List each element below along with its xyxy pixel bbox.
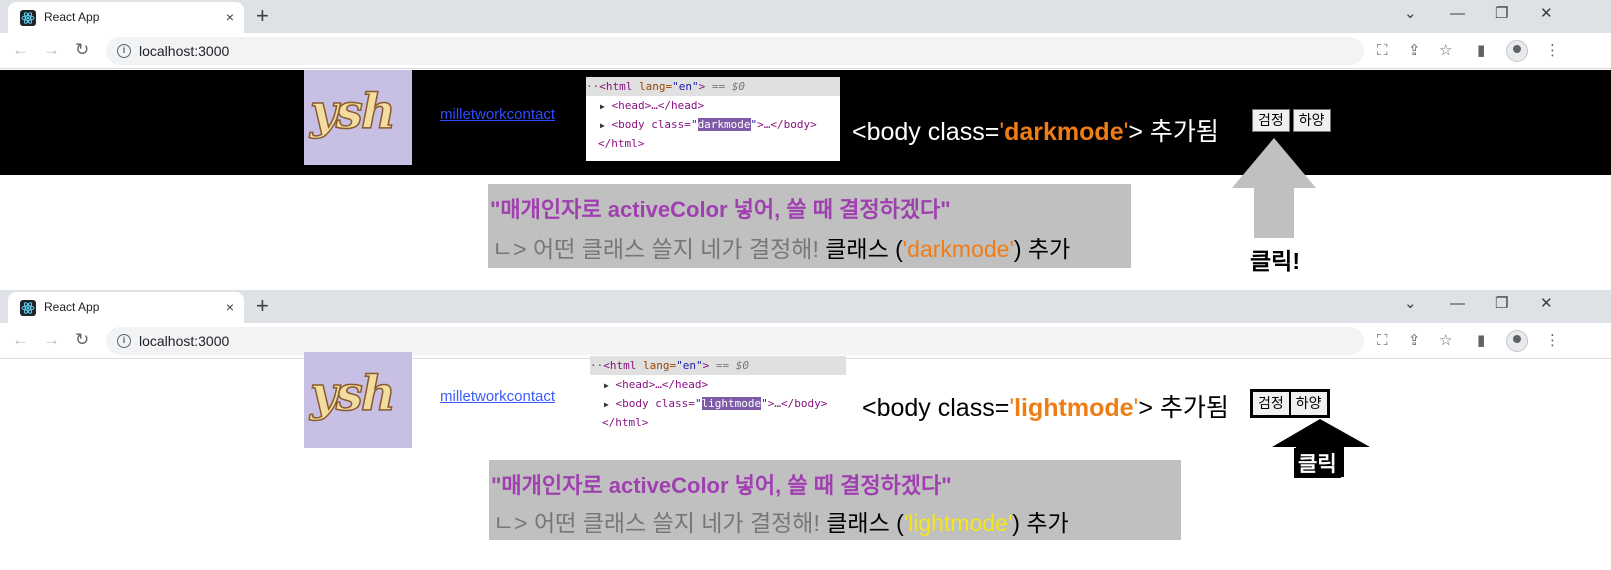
forward-arrow-icon[interactable]: → <box>43 40 60 60</box>
logo-text: ysh <box>309 83 396 141</box>
click-label: 클릭! <box>1250 248 1300 274</box>
tab-react-app[interactable]: React App × <box>8 2 244 33</box>
class-added-caption: <body class='darkmode'> 추가됨 <box>852 118 1219 146</box>
url-text[interactable]: localhost:3000 <box>139 333 229 349</box>
react-icon <box>20 10 36 26</box>
class-added-caption: <body class='lightmode'> 추가됨 <box>862 394 1229 422</box>
restore-icon[interactable]: ❐ <box>1495 294 1508 314</box>
devtools-body-line: ▶ <body class="darkmode">…</body> <box>600 118 817 131</box>
translate-icon[interactable]: ⛶ <box>1377 332 1388 350</box>
logo-text: ysh <box>309 365 396 423</box>
devtools-elements-snippet: ··<html lang="en"> == $0 ▶ <head>…</head… <box>590 356 846 436</box>
new-tab-button[interactable]: + <box>256 4 269 28</box>
react-icon <box>20 300 36 316</box>
close-tab-icon[interactable]: × <box>226 8 234 26</box>
browser-window-darkmode: React App × + ⌄ — ❐ ✕ ← → ↻ i localhost:… <box>0 0 1611 283</box>
tab-strip: React App × + ⌄ — ❐ ✕ <box>0 0 1611 33</box>
note-detail: ㄴ> 어떤 클래스 쓸지 네가 결정해! 클래스 ('darkmode') 추가 <box>492 236 1071 262</box>
devtools-head-line: ▶ <head>…</head> <box>600 99 705 112</box>
reload-icon[interactable]: ↻ <box>75 40 89 60</box>
minimize-icon[interactable]: — <box>1450 4 1465 24</box>
white-mode-button[interactable]: 하양 <box>1292 109 1331 132</box>
tab-search-icon[interactable]: ⌄ <box>1404 294 1417 314</box>
up-arrow-icon <box>1232 138 1316 238</box>
restore-icon[interactable]: ❐ <box>1495 4 1508 24</box>
devtools-body-class: lightmode <box>701 397 762 410</box>
click-label: 클릭 <box>1294 448 1341 478</box>
white-mode-button[interactable]: 하양 <box>1289 391 1328 416</box>
star-icon[interactable]: ☆ <box>1439 42 1452 60</box>
color-button-group: 검정 하양 <box>1250 389 1330 418</box>
devtools-body-line: ▶ <body class="lightmode">…</body> <box>604 397 828 410</box>
browser-toolbar: ← → ↻ i localhost:3000 ⛶ ⇪ ☆ ▮ ⋮ <box>0 33 1611 69</box>
explanation-note: "매개인자로 activeColor 넣어, 쓸 때 결정하겠다" ㄴ> 어떤 … <box>489 460 1181 540</box>
profile-icon[interactable] <box>1506 40 1528 62</box>
reload-icon[interactable]: ↻ <box>75 330 89 350</box>
expand-triangle-icon[interactable]: ▶ <box>600 102 605 111</box>
menu-icon[interactable]: ⋮ <box>1545 332 1560 350</box>
window-close-icon[interactable]: ✕ <box>1540 4 1553 24</box>
sidebar-icon[interactable]: ▮ <box>1477 332 1485 350</box>
devtools-head-line: ▶ <head>…</head> <box>604 378 709 391</box>
logo-image: ysh <box>304 352 412 448</box>
logo-image: ysh <box>304 70 412 165</box>
contact-link[interactable]: milletworkcontact <box>440 388 555 405</box>
menu-icon[interactable]: ⋮ <box>1545 42 1560 60</box>
share-icon[interactable]: ⇪ <box>1408 42 1421 60</box>
devtools-html-close: </html> <box>598 137 645 150</box>
star-icon[interactable]: ☆ <box>1439 332 1452 350</box>
devtools-body-class: darkmode <box>697 118 751 131</box>
back-arrow-icon[interactable]: ← <box>12 40 29 60</box>
back-arrow-icon[interactable]: ← <box>12 330 29 350</box>
share-icon[interactable]: ⇪ <box>1408 332 1421 350</box>
black-mode-button[interactable]: 검정 <box>1252 391 1290 416</box>
new-tab-button[interactable]: + <box>256 294 269 318</box>
info-icon[interactable]: i <box>117 44 131 58</box>
tab-react-app[interactable]: React App × <box>8 292 244 323</box>
browser-window-lightmode: React App × + ⌄ — ❐ ✕ ← → ↻ i localhost:… <box>0 290 1611 570</box>
note-detail: ㄴ> 어떤 클래스 쓸지 네가 결정해! 클래스 ('lightmode') 추… <box>493 510 1069 536</box>
url-text[interactable]: localhost:3000 <box>139 43 229 59</box>
devtools-html-line: ··<html lang="en"> == $0 <box>590 356 846 375</box>
info-icon[interactable]: i <box>117 334 131 348</box>
minimize-icon[interactable]: — <box>1450 294 1465 314</box>
explanation-note: "매개인자로 activeColor 넣어, 쓸 때 결정하겠다" ㄴ> 어떤 … <box>488 184 1131 268</box>
sidebar-icon[interactable]: ▮ <box>1477 42 1485 60</box>
expand-triangle-icon[interactable]: ▶ <box>604 381 609 390</box>
window-close-icon[interactable]: ✕ <box>1540 294 1553 314</box>
devtools-html-line: ··<html lang="en"> == $0 <box>586 77 840 96</box>
expand-triangle-icon[interactable]: ▶ <box>600 121 605 130</box>
tab-strip: React App × + ⌄ — ❐ ✕ <box>0 290 1611 323</box>
expand-triangle-icon[interactable]: ▶ <box>604 400 609 409</box>
devtools-html-close: </html> <box>602 416 649 429</box>
note-title: "매개인자로 activeColor 넣어, 쓸 때 결정하겠다" <box>490 197 951 222</box>
color-button-group: 검정 하양 <box>1252 109 1331 132</box>
close-tab-icon[interactable]: × <box>226 298 234 316</box>
note-title: "매개인자로 activeColor 넣어, 쓸 때 결정하겠다" <box>491 473 952 498</box>
devtools-elements-snippet: ··<html lang="en"> == $0 ▶ <head>…</head… <box>586 77 840 161</box>
tab-title: React App <box>44 10 100 24</box>
black-mode-button[interactable]: 검정 <box>1252 109 1290 132</box>
address-bar[interactable]: i localhost:3000 <box>106 327 1364 355</box>
translate-icon[interactable]: ⛶ <box>1377 42 1388 60</box>
profile-icon[interactable] <box>1506 330 1528 352</box>
contact-link[interactable]: milletworkcontact <box>440 106 555 123</box>
browser-toolbar: ← → ↻ i localhost:3000 ⛶ ⇪ ☆ ▮ ⋮ <box>0 323 1611 359</box>
address-bar[interactable]: i localhost:3000 <box>106 37 1364 65</box>
tab-search-icon[interactable]: ⌄ <box>1404 4 1417 24</box>
forward-arrow-icon[interactable]: → <box>43 330 60 350</box>
tab-title: React App <box>44 300 100 314</box>
